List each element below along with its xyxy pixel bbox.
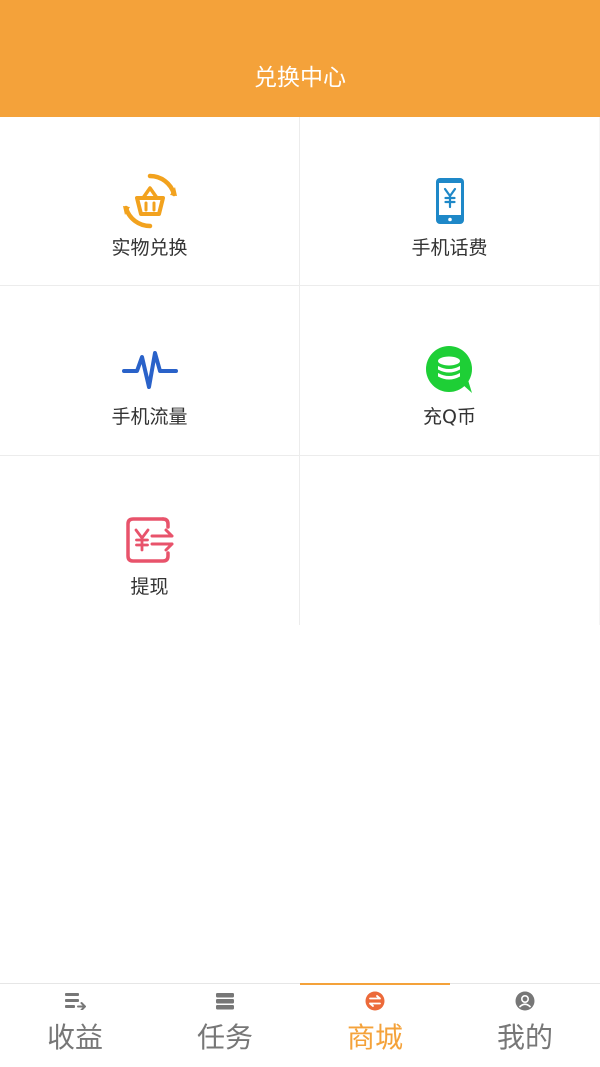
grid-item-physical-exchange[interactable]: 实物兑换 bbox=[0, 117, 300, 286]
tab-label: 收益 bbox=[46, 1021, 103, 1054]
tab-mall[interactable]: 商城 bbox=[300, 983, 450, 1067]
bottom-tab-bar: 收益 任务 商城 我的 bbox=[0, 983, 600, 1067]
withdraw-yuan-icon bbox=[120, 510, 180, 570]
grid-item-withdraw[interactable]: 提现 bbox=[0, 456, 300, 625]
page-title: 兑换中心 bbox=[254, 65, 346, 91]
tab-earnings[interactable]: 收益 bbox=[0, 984, 150, 1067]
grid-item-label: 实物兑换 bbox=[111, 237, 188, 259]
grid-item-q-coin[interactable]: 充Q币 bbox=[300, 286, 600, 456]
grid-empty-cell bbox=[300, 456, 600, 625]
grid-item-label: 提现 bbox=[130, 576, 169, 598]
tab-tasks[interactable]: 任务 bbox=[150, 984, 300, 1067]
grid-item-label: 手机话费 bbox=[411, 237, 488, 259]
exchange-icon bbox=[364, 990, 386, 1012]
exchange-grid: 实物兑换 手机话费 手机流量 充Q币 提现 bbox=[0, 117, 600, 625]
profile-icon bbox=[514, 990, 536, 1012]
pulse-wave-icon bbox=[120, 340, 180, 400]
tab-label: 任务 bbox=[196, 1021, 253, 1054]
tab-label: 商城 bbox=[346, 1021, 403, 1054]
earnings-icon bbox=[64, 990, 86, 1012]
phone-yuan-icon bbox=[420, 171, 480, 231]
grid-item-phone-bill[interactable]: 手机话费 bbox=[300, 117, 600, 286]
tasks-icon bbox=[214, 990, 236, 1012]
basket-exchange-icon bbox=[120, 171, 180, 231]
tab-mine[interactable]: 我的 bbox=[450, 984, 600, 1067]
header-bar: 兑换中心 bbox=[0, 0, 600, 117]
grid-item-label: 手机流量 bbox=[111, 406, 188, 428]
tab-label: 我的 bbox=[496, 1021, 553, 1054]
grid-item-mobile-data[interactable]: 手机流量 bbox=[0, 286, 300, 456]
grid-item-label: 充Q币 bbox=[423, 406, 476, 428]
coin-chat-icon bbox=[420, 340, 480, 400]
